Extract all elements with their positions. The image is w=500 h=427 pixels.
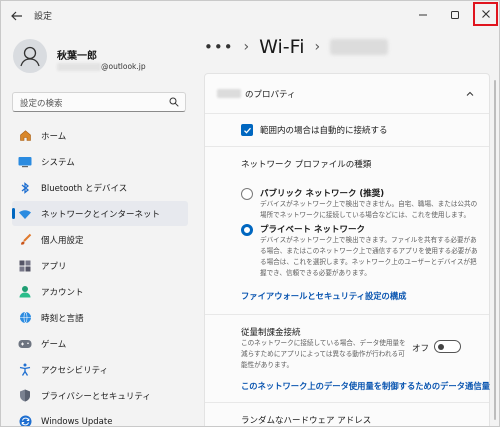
data-limit-link[interactable]: このネットワーク上のデータ使用量を制御するためのデータ通信量 [241,380,490,392]
user-email: @outlook.jp [57,62,146,71]
auto-connect-label: 範囲内の場合は自動的に接続する [260,126,388,136]
sidebar-item-network[interactable]: ネットワークとインターネット [12,201,188,226]
divider [205,402,489,403]
breadcrumb-more-button[interactable]: ••• [204,38,234,56]
account-icon [18,285,32,299]
sidebar-item-home[interactable]: ホーム [12,123,188,148]
email-domain: @outlook.jp [101,62,146,71]
metered-connection-title: 従量制課金接続 [241,328,301,338]
email-redaction [57,63,101,71]
app-title: 設定 [34,12,53,22]
public-network-description: デバイスがネットワーク上で検出できません。自宅、職場、または公共の場所でネットワ… [260,200,478,219]
wifi-icon [18,207,32,221]
breadcrumb: ••• › Wi-Fi › [204,33,389,61]
title-bar: 設定 [1,1,499,29]
bluetooth-icon [18,181,32,195]
public-network-title: パブリック ネットワーク (推奨) [260,189,385,199]
breadcrumb-separator: › [243,39,250,55]
brush-icon [18,233,32,247]
private-network-title: プライベート ネットワーク [260,225,365,235]
back-button[interactable] [9,8,25,24]
sidebar-item-personalization[interactable]: 個人用設定 [12,227,188,252]
profile-type-label: ネットワーク プロファイルの種類 [241,160,372,170]
auto-connect-checkbox[interactable] [241,124,253,136]
update-icon [18,415,32,426]
system-icon [18,155,32,169]
firewall-settings-link[interactable]: ファイアウォールとセキュリティ設定の構成 [241,290,406,302]
avatar [13,39,47,73]
breadcrumb-separator: › [314,39,321,55]
user-name: 秋葉一郎 [57,51,97,62]
chevron-up-icon[interactable] [465,89,475,99]
gamepad-icon [18,337,32,351]
sidebar-item-windows-update[interactable]: Windows Update [12,409,188,426]
maximize-icon [450,11,459,19]
maximize-button[interactable] [441,1,468,29]
metered-toggle[interactable] [434,340,461,353]
auto-connect-row[interactable]: 範囲内の場合は自動的に接続する [241,124,388,136]
apps-icon [18,259,32,273]
globe-clock-icon [18,311,32,325]
close-button[interactable] [473,2,498,26]
sidebar-item-bluetooth[interactable]: Bluetooth とデバイス [12,175,188,200]
private-network-description: デバイスがネットワーク上で検出できます。ファイルを共有する必要がある場合、または… [260,236,478,277]
sidebar-nav: ホーム システム Bluetooth とデバイス ネットワークとインターネット … [12,123,188,426]
search-icon[interactable] [169,97,179,107]
search-input[interactable]: 設定の検索 [20,97,63,109]
divider [205,314,489,315]
close-icon [481,10,490,18]
metered-connection-description: このネットワークに接続している場合、データ使用量を減らすためにアプリによっては異… [241,339,406,369]
user-icon [20,46,40,67]
home-icon [18,129,32,143]
sidebar-item-system[interactable]: システム [12,149,188,174]
accessibility-icon [18,363,32,377]
private-network-radio[interactable] [241,224,253,236]
shield-icon [18,389,32,403]
sidebar-item-accessibility[interactable]: アクセシビリティ [12,357,188,382]
search-box[interactable]: 設定の検索 [12,92,186,112]
sidebar-item-apps[interactable]: アプリ [12,253,188,278]
metered-toggle-label: オフ [412,344,430,354]
sidebar-item-privacy[interactable]: プライバシーとセキュリティ [12,383,188,408]
divider [205,146,489,147]
scrollbar[interactable] [494,80,496,420]
sidebar-item-gaming[interactable]: ゲーム [12,331,188,356]
back-arrow-icon [11,11,22,21]
minimize-button[interactable] [409,1,436,29]
properties-panel: のプロパティ 範囲内の場合は自動的に接続する ネットワーク プロファイルの種類 … [204,73,490,426]
settings-window: 設定 秋葉一郎 @outlook.jp 設定の検索 ホーム システム Bluet… [0,0,500,427]
properties-header[interactable]: のプロパティ [205,74,489,114]
breadcrumb-wifi-link[interactable]: Wi-Fi [259,36,304,58]
checkmark-icon [243,127,251,134]
minimize-icon [418,14,427,16]
network-name-redacted [330,39,389,55]
public-network-radio[interactable] [241,188,253,200]
properties-title: のプロパティ [245,90,296,100]
sidebar-item-time-language[interactable]: 時刻と言語 [12,305,188,330]
toggle-knob [438,343,444,350]
sidebar-item-accounts[interactable]: アカウント [12,279,188,304]
network-name-redacted [217,89,241,98]
random-hardware-address-label: ランダムなハードウェア アドレス [241,416,372,426]
